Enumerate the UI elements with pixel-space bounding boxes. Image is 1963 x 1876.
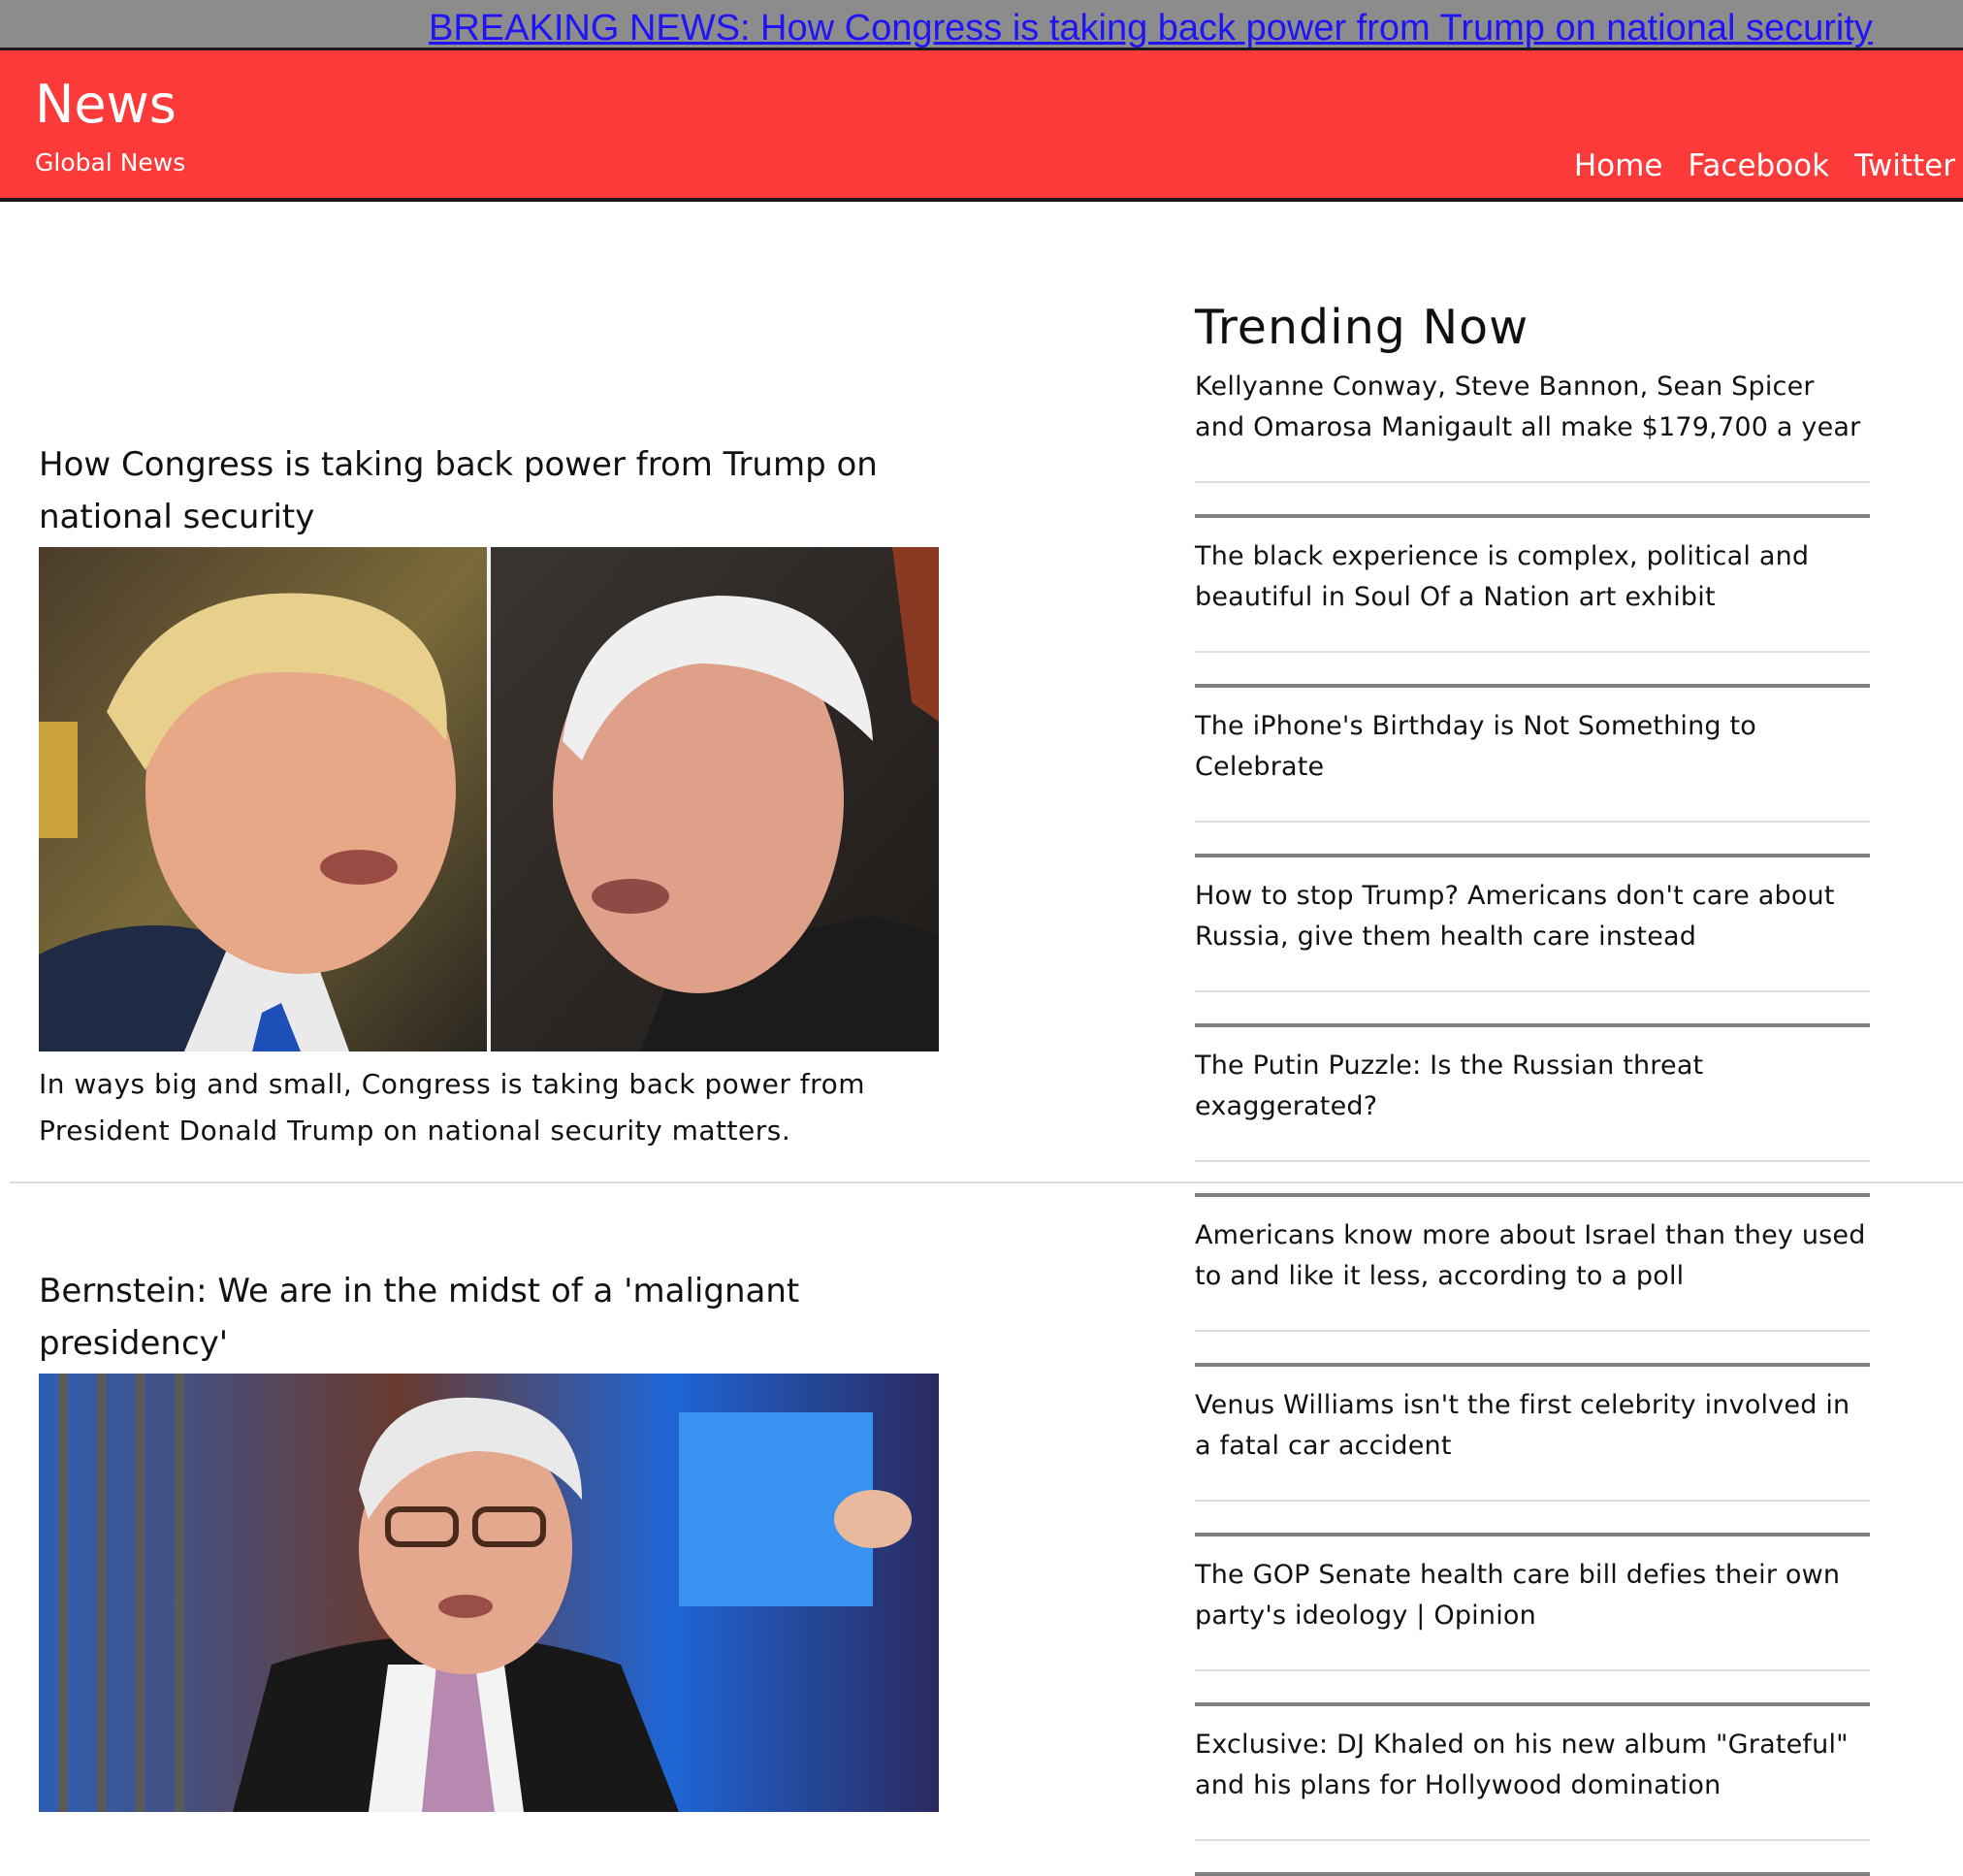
trending-link[interactable]: Exclusive: DJ Khaled on his new album "G…: [1195, 1725, 1870, 1806]
separator: [1195, 990, 1870, 992]
site-title[interactable]: News: [35, 74, 177, 136]
main-nav: Home Facebook Twitter: [1574, 146, 1955, 186]
article-card: How Congress is taking back power from T…: [39, 438, 970, 1154]
trending-item: The GOP Senate health care bill defies t…: [1195, 1555, 1870, 1706]
trending-link[interactable]: Kellyanne Conway, Steve Bannon, Sean Spi…: [1195, 367, 1870, 448]
separator: [1195, 1702, 1870, 1706]
trending-item: Americans know more about Israel than th…: [1195, 1215, 1870, 1367]
article-card: Bernstein: We are in the midst of a 'mal…: [39, 1265, 970, 1812]
trending-heading: Trending Now: [1195, 300, 1529, 355]
site-subtitle: Global News: [35, 148, 186, 177]
separator: [1195, 684, 1870, 688]
separator: [1195, 1839, 1870, 1841]
article-image[interactable]: [39, 1374, 939, 1812]
separator: [1195, 821, 1870, 823]
article-photo-illustration: [39, 1374, 939, 1812]
separator: [1195, 1330, 1870, 1332]
separator: [1195, 1363, 1870, 1367]
separator: [1195, 1500, 1870, 1502]
separator: [1195, 1533, 1870, 1536]
article-summary: In ways big and small, Congress is takin…: [39, 1068, 865, 1147]
separator: [1195, 1872, 1870, 1876]
trending-item: How to stop Trump? Americans don't care …: [1195, 876, 1870, 1027]
trending-sidebar: Trending Now Kellyanne Conway, Steve Ban…: [1195, 291, 1870, 1876]
trending-link[interactable]: The iPhone's Birthday is Not Something t…: [1195, 706, 1870, 788]
breaking-news-ticker: BREAKING NEWS: How Congress is taking ba…: [0, 0, 1963, 50]
separator: [1195, 1023, 1870, 1027]
trending-item: Exclusive: DJ Khaled on his new album "G…: [1195, 1725, 1870, 1876]
trending-item: The black experience is complex, politic…: [1195, 536, 1870, 688]
article-photo-illustration: [39, 547, 939, 1051]
trending-link[interactable]: The Putin Puzzle: Is the Russian threat …: [1195, 1046, 1870, 1127]
trending-link[interactable]: Americans know more about Israel than th…: [1195, 1215, 1870, 1297]
trending-item: The Putin Puzzle: Is the Russian threat …: [1195, 1046, 1870, 1197]
trending-link[interactable]: The black experience is complex, politic…: [1195, 536, 1870, 618]
separator: [1195, 514, 1870, 518]
trending-link[interactable]: The GOP Senate health care bill defies t…: [1195, 1555, 1870, 1636]
separator: [1195, 1669, 1870, 1671]
separator: [1195, 481, 1870, 483]
separator: [1195, 1193, 1870, 1197]
separator: [1195, 854, 1870, 857]
nav-facebook-link[interactable]: Facebook: [1688, 146, 1829, 186]
nav-twitter-link[interactable]: Twitter: [1854, 146, 1955, 186]
separator: [1195, 651, 1870, 653]
breaking-news-link[interactable]: BREAKING NEWS: How Congress is taking ba…: [429, 7, 1873, 48]
nav-home-link[interactable]: Home: [1574, 146, 1663, 186]
trending-link[interactable]: How to stop Trump? Americans don't care …: [1195, 876, 1870, 957]
trending-list: Kellyanne Conway, Steve Bannon, Sean Spi…: [1195, 367, 1870, 1876]
site-header: News Global News Home Facebook Twitter: [0, 50, 1963, 202]
trending-item: The iPhone's Birthday is Not Something t…: [1195, 706, 1870, 857]
separator: [1195, 1160, 1870, 1162]
article-image[interactable]: [39, 547, 939, 1051]
trending-item: Kellyanne Conway, Steve Bannon, Sean Spi…: [1195, 367, 1870, 518]
article-title[interactable]: Bernstein: We are in the midst of a 'mal…: [39, 1265, 970, 1370]
trending-item: Venus Williams isn't the first celebrity…: [1195, 1385, 1870, 1536]
trending-link[interactable]: Venus Williams isn't the first celebrity…: [1195, 1385, 1870, 1467]
article-title[interactable]: How Congress is taking back power from T…: [39, 438, 970, 543]
